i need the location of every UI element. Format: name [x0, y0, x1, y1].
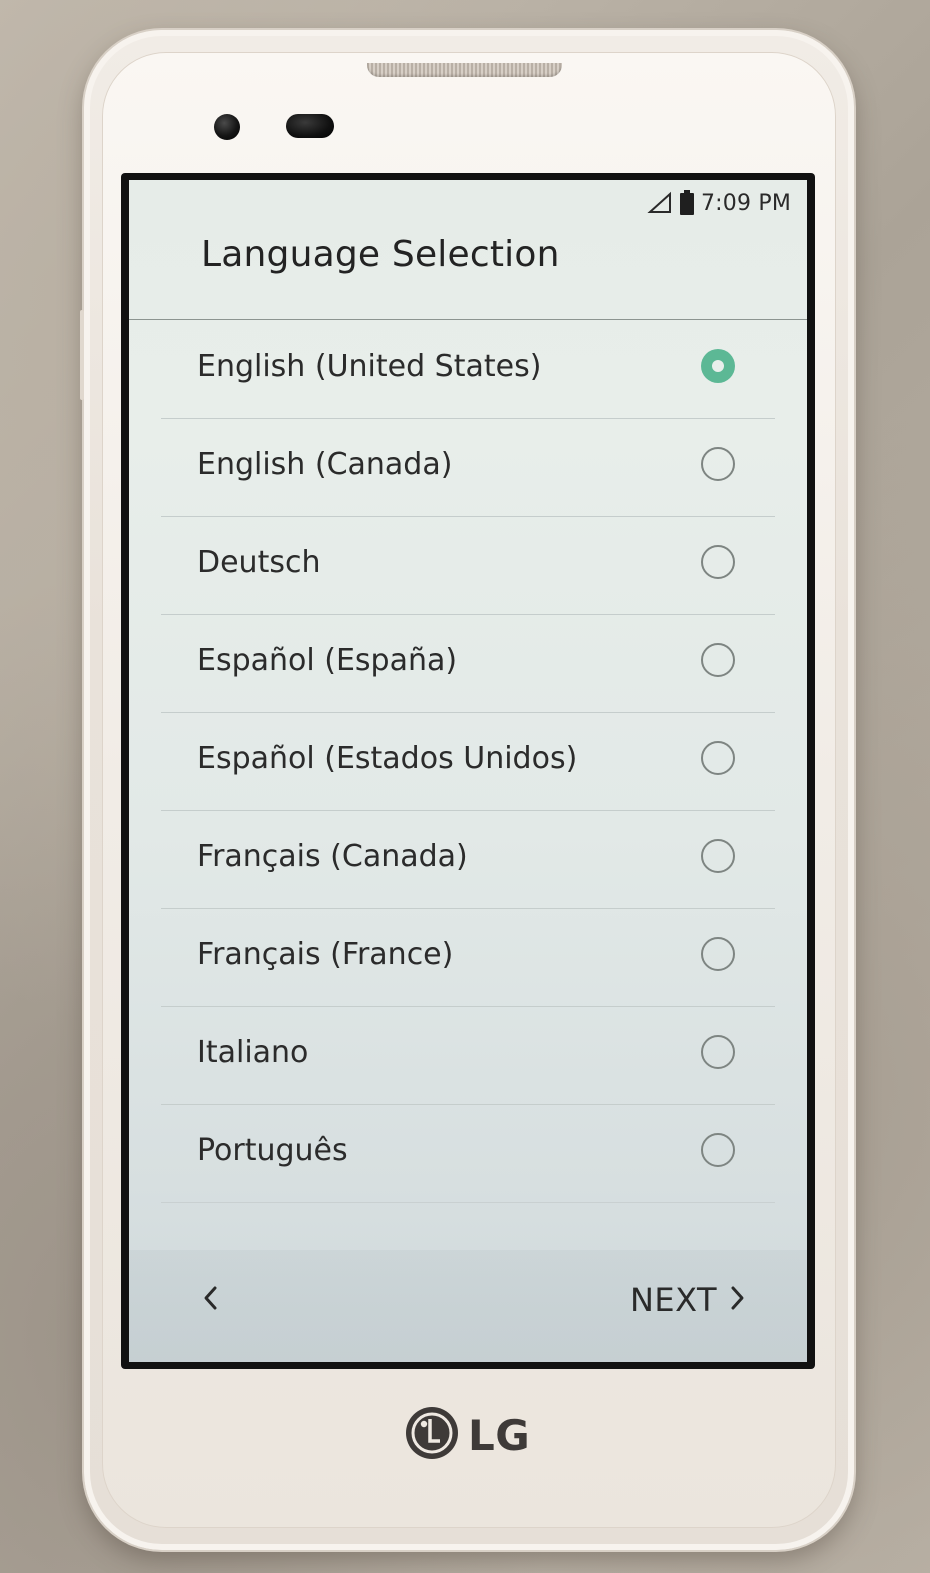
- next-button[interactable]: NEXT: [630, 1278, 745, 1322]
- brand-name: LG: [468, 1410, 531, 1460]
- bottom-navigation: NEXT: [129, 1250, 807, 1362]
- radio-button[interactable]: [701, 643, 735, 677]
- brand-logo: LG: [404, 1405, 530, 1465]
- language-option-francais-canada[interactable]: Français (Canada): [161, 811, 775, 909]
- radio-button[interactable]: [701, 545, 735, 579]
- language-label: Français (France): [197, 937, 454, 972]
- radio-button[interactable]: [701, 447, 735, 481]
- screen-bezel: 7:09 PM Language Selection English (Unit…: [121, 173, 815, 1369]
- radio-button[interactable]: [701, 1133, 735, 1167]
- language-option-espanol-estados-unidos[interactable]: Español (Estados Unidos): [161, 713, 775, 811]
- display: 7:09 PM Language Selection English (Unit…: [129, 180, 807, 1362]
- radio-button[interactable]: [701, 937, 735, 971]
- language-label: Français (Canada): [197, 839, 468, 874]
- language-option-espanol-espana[interactable]: Español (España): [161, 615, 775, 713]
- language-label: Português: [197, 1133, 348, 1168]
- language-option-italiano[interactable]: Italiano: [161, 1007, 775, 1105]
- language-option-english-us[interactable]: English (United States): [161, 321, 775, 419]
- radio-button[interactable]: [701, 1035, 735, 1069]
- front-camera: [214, 114, 240, 140]
- earpiece-speaker: [367, 63, 562, 77]
- phone-device: 7:09 PM Language Selection English (Unit…: [80, 30, 854, 1550]
- language-label: English (Canada): [197, 447, 453, 482]
- proximity-sensor: [286, 114, 334, 138]
- radio-button[interactable]: [701, 741, 735, 775]
- radio-button-selected[interactable]: [701, 349, 735, 383]
- page-title: Language Selection: [201, 234, 560, 275]
- radio-button[interactable]: [701, 839, 735, 873]
- language-option-english-canada[interactable]: English (Canada): [161, 419, 775, 517]
- language-label: Español (España): [197, 643, 458, 678]
- language-list: English (United States) English (Canada)…: [129, 321, 807, 1203]
- status-indicators: 7:09 PM: [647, 188, 791, 218]
- battery-icon: [679, 190, 695, 216]
- chevron-right-icon: [729, 1285, 745, 1315]
- side-button: [80, 310, 84, 400]
- status-time: 7:09 PM: [700, 190, 791, 216]
- cell-signal-icon: [647, 191, 673, 215]
- language-label: English (United States): [197, 349, 542, 384]
- language-option-francais-france[interactable]: Français (France): [161, 909, 775, 1007]
- chevron-left-icon: [203, 1285, 219, 1315]
- lg-logo-icon: [404, 1405, 460, 1465]
- language-option-deutsch[interactable]: Deutsch: [161, 517, 775, 615]
- language-label: Español (Estados Unidos): [197, 741, 578, 776]
- status-bar: 7:09 PM: [129, 180, 807, 224]
- page-header: Language Selection: [129, 224, 807, 320]
- language-option-portugues[interactable]: Português: [161, 1105, 775, 1203]
- language-label: Italiano: [197, 1035, 309, 1070]
- back-button[interactable]: [191, 1280, 231, 1320]
- language-label: Deutsch: [197, 545, 321, 580]
- next-label: NEXT: [629, 1281, 717, 1319]
